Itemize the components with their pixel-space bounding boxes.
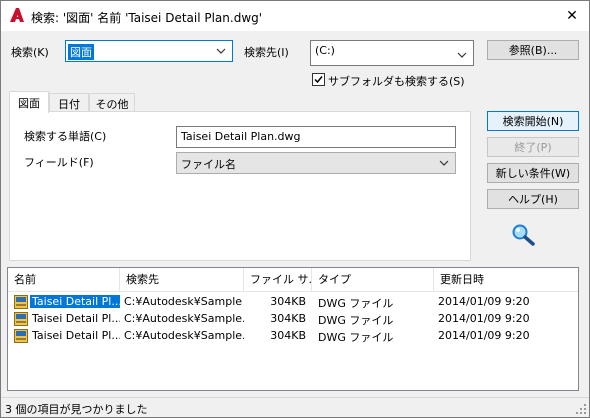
subfolders-label[interactable]: サブフォルダも検索する(S): [328, 73, 465, 89]
column-header-size[interactable]: ファイル サ...: [244, 268, 312, 292]
start-search-button[interactable]: 検索開始(N): [487, 111, 579, 131]
search-combo-value: 図面: [68, 44, 94, 60]
tab-panel: 検索する単語(C) Taisei Detail Plan.dwg フィールド(F…: [9, 111, 471, 261]
result-row[interactable]: Taisei Detail Pl... C:¥Autodesk¥Sample 3…: [8, 294, 578, 310]
subfolders-checkbox[interactable]: [312, 73, 325, 86]
autocad-a-icon: [10, 8, 24, 22]
checkmark-icon: [314, 76, 323, 84]
chevron-down-icon[interactable]: [439, 158, 449, 168]
dwg-file-icon: [14, 295, 28, 309]
help-button[interactable]: ヘルプ(H): [487, 189, 579, 209]
column-header-modified[interactable]: 更新日時: [434, 268, 578, 292]
status-text: 3 個の項目が見つかりました: [5, 403, 148, 416]
result-name: Taisei Detail Pl...: [32, 329, 120, 342]
result-row[interactable]: Taisei Detail Pl... C:¥Autodesk¥Sample..…: [8, 328, 578, 344]
browse-button[interactable]: 参照(B)...: [487, 40, 579, 60]
result-location: C:¥Autodesk¥Sample: [124, 295, 243, 308]
close-button[interactable]: ✕: [555, 1, 589, 31]
title-bar: 検索: '図面' 名前 'Taisei Detail Plan.dwg' ✕: [1, 1, 589, 31]
close-icon: ✕: [566, 8, 578, 24]
field-select-value: ファイル名: [181, 158, 236, 171]
dwg-file-icon: [14, 312, 28, 326]
result-location: C:¥Autodesk¥Sample...: [124, 329, 244, 342]
result-modified: 2014/01/09 9:20: [438, 295, 530, 308]
result-modified: 2014/01/09 9:20: [438, 312, 530, 325]
result-location: C:¥Autodesk¥Sample...: [124, 312, 244, 325]
result-size: 304KB: [270, 312, 306, 325]
tab-date[interactable]: 日付: [49, 93, 89, 113]
search-label: 検索(K): [11, 46, 49, 59]
tab-other[interactable]: その他: [89, 93, 135, 113]
result-name: Taisei Detail Pl...: [30, 295, 120, 308]
location-combo-value: (C:): [315, 44, 335, 57]
result-row[interactable]: Taisei Detail Pl... C:¥Autodesk¥Sample..…: [8, 311, 578, 327]
result-type: DWG ファイル: [318, 331, 394, 344]
column-header-location[interactable]: 検索先: [120, 268, 244, 292]
result-size: 304KB: [270, 329, 306, 342]
search-combo[interactable]: 図面: [65, 40, 233, 62]
column-header-name[interactable]: 名前: [8, 268, 120, 292]
field-label: フィールド(F): [24, 156, 94, 169]
search-dialog: 検索: '図面' 名前 'Taisei Detail Plan.dwg' ✕ 検…: [0, 0, 590, 418]
magnifier-icon: [512, 224, 535, 246]
result-size: 304KB: [270, 295, 306, 308]
location-label: 検索先(I): [244, 46, 289, 59]
status-bar: 3 個の項目が見つかりました: [1, 397, 589, 417]
new-search-button[interactable]: 新しい条件(W): [487, 163, 579, 183]
chevron-down-icon[interactable]: [216, 46, 226, 56]
word-input[interactable]: Taisei Detail Plan.dwg: [176, 126, 456, 148]
tab-drawing[interactable]: 図面: [9, 91, 49, 113]
word-input-value: Taisei Detail Plan.dwg: [181, 130, 301, 143]
stop-button[interactable]: 終了(P): [487, 137, 579, 157]
result-type: DWG ファイル: [318, 314, 394, 327]
result-name: Taisei Detail Pl...: [32, 312, 120, 325]
location-combo[interactable]: (C:): [310, 40, 474, 66]
results-header: 名前 検索先 ファイル サ... タイプ 更新日時: [8, 268, 578, 292]
result-modified: 2014/01/09 9:20: [438, 329, 530, 342]
chevron-down-icon[interactable]: [457, 50, 467, 60]
resize-grip-icon[interactable]: [575, 403, 587, 415]
result-type: DWG ファイル: [318, 297, 394, 310]
column-header-type[interactable]: タイプ: [312, 268, 434, 292]
field-select[interactable]: ファイル名: [176, 152, 456, 174]
results-list[interactable]: 名前 検索先 ファイル サ... タイプ 更新日時 Taisei Detail …: [7, 267, 579, 391]
window-title: 検索: '図面' 名前 'Taisei Detail Plan.dwg': [31, 11, 263, 25]
dwg-file-icon: [14, 329, 28, 343]
word-label: 検索する単語(C): [24, 130, 107, 143]
